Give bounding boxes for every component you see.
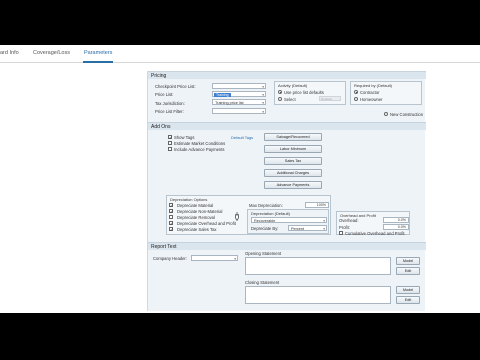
price-list-label: Price List: [155, 92, 174, 97]
estimate-market-label: Estimate Market Conditions [174, 141, 226, 146]
contractor-radio[interactable] [354, 90, 358, 94]
depreciation-type-select[interactable]: Recoverable ▾ [251, 217, 327, 223]
tab-claim-info[interactable]: ard Info [0, 50, 19, 56]
depreciation-default-group: Depreciation (Default) Recoverable ▾ Dep… [247, 209, 329, 234]
sales-tax-button[interactable]: Sales Tax [264, 157, 322, 165]
advance-payments-button[interactable]: Advance Payments [264, 181, 322, 189]
report-text-section-header: Report Text [148, 242, 426, 250]
labor-minimum-button[interactable]: Labor Minimum [264, 145, 322, 153]
new-construction-toggle[interactable] [384, 112, 388, 116]
select-activity-radio[interactable] [278, 97, 282, 101]
contractor-label: Contractor [360, 90, 380, 95]
depreciation-default-title: Depreciation (Default) [251, 211, 290, 216]
homeowner-label: Homeowner [360, 97, 383, 102]
depreciate-overhead-label: Depreciate Overhead and Profit [177, 221, 236, 226]
overhead-input[interactable]: 0.0% [383, 217, 409, 223]
chevron-down-icon: ▾ [234, 257, 236, 261]
add-ons-section-header: Add Ons [148, 122, 426, 130]
additional-charges-button[interactable]: Additional Charges [264, 169, 322, 177]
depreciate-non-material-checkbox[interactable]: ✓ [169, 209, 173, 214]
homeowner-radio[interactable] [354, 97, 358, 101]
show-tags-checkbox[interactable]: ✓ [168, 135, 172, 140]
salvage-recovered-button[interactable]: Salvage/Recovered [264, 133, 322, 141]
closing-model-button[interactable]: Model [396, 286, 420, 294]
price-list-value: Training [214, 93, 231, 97]
depreciate-non-material-label: Depreciate Non-Material [177, 209, 223, 214]
depreciation-type-value: Recoverable [254, 219, 276, 223]
depreciation-options-title: Depreciation Options [170, 197, 208, 202]
company-header-select[interactable]: ▾ [191, 255, 238, 261]
parameters-panel: Pricing Checkpoint Price List: ▾ Price L… [147, 71, 426, 311]
chevron-down-icon: ▾ [323, 227, 325, 231]
depreciation-options-group: Depreciation Options ✓ Depreciate Materi… [166, 195, 331, 235]
depreciate-sales-tax-checkbox[interactable]: ✓ [169, 227, 173, 232]
use-price-list-defaults-radio[interactable] [278, 90, 282, 94]
chevron-down-icon: ▾ [262, 85, 264, 89]
max-depreciation-label: Max Depreciation: [249, 203, 283, 208]
pricing-section-header: Pricing [148, 71, 426, 79]
opening-model-button[interactable]: Model [396, 257, 420, 265]
closing-statement-textarea[interactable] [245, 286, 391, 304]
activity-group: Activity (Default) Use price list defaul… [274, 81, 346, 105]
chevron-down-icon: ▾ [262, 93, 264, 97]
mouse-pointer-icon [235, 212, 239, 221]
cumulative-op-label: Cumulative Overhead and Profit [345, 231, 405, 236]
max-depreciation-input[interactable]: 100% [305, 202, 329, 208]
active-tab-indicator [83, 61, 113, 63]
depreciate-overhead-checkbox[interactable]: ✓ [169, 221, 173, 226]
new-construction-label: New Construction [390, 112, 424, 117]
closing-edit-button[interactable]: Edit [396, 296, 420, 304]
cumulative-op-checkbox[interactable] [339, 231, 343, 235]
estimate-market-checkbox[interactable] [168, 141, 172, 145]
depreciate-removal-checkbox[interactable] [169, 215, 173, 219]
tab-parameters[interactable]: Parameters [84, 50, 112, 56]
tax-jurisdiction-label: Tax Jurisdiction: [155, 101, 185, 106]
chevron-down-icon: ▾ [262, 110, 264, 114]
include-advance-payments-label: Include Advance Payments [174, 147, 225, 152]
default-tags-link[interactable]: Default Tags [231, 135, 253, 140]
tax-jurisdiction-select[interactable]: Training price list ▾ [212, 99, 266, 105]
activity-select-disabled: Replace [319, 96, 341, 101]
profit-label: Profit: [339, 225, 350, 230]
opening-statement-textarea[interactable] [245, 257, 391, 275]
use-price-list-defaults-label: Use price list defaults [284, 90, 324, 95]
depreciate-sales-tax-label: Depreciate Sales Tax [177, 227, 217, 232]
include-advance-payments-checkbox[interactable] [168, 147, 172, 151]
price-list-select[interactable]: Training ▾ [212, 91, 266, 97]
show-tags-label: Show Tags [174, 135, 195, 140]
select-activity-label: Select [284, 97, 296, 102]
depreciate-material-label: Depreciate Material [177, 203, 214, 208]
depreciate-material-checkbox[interactable]: ✓ [169, 203, 173, 208]
price-list-filter-label: Price List Filter: [155, 109, 184, 114]
opening-statement-label: Opening Statement [245, 251, 282, 256]
depreciate-removal-label: Depreciate Removal [177, 215, 215, 220]
depreciate-by-value: Percent [291, 227, 305, 231]
checkpoint-price-list-select[interactable]: ▾ [212, 83, 266, 89]
price-list-filter-select[interactable]: ▾ [212, 108, 266, 114]
estimate-window: ard Info Coverage/Loss Parameters Pricin… [0, 45, 480, 313]
company-header-label: Company Header: [153, 256, 187, 261]
checkpoint-price-list-label: Checkpoint Price List: [155, 84, 196, 89]
closing-statement-label: Closing Statement [245, 280, 280, 285]
activity-group-title: Activity (Default) [278, 83, 308, 88]
chevron-down-icon: ▾ [323, 219, 325, 223]
depreciate-by-label: Depreciate By: [251, 226, 279, 231]
opening-edit-button[interactable]: Edit [396, 267, 420, 275]
chevron-down-icon: ▾ [262, 101, 264, 105]
tax-jurisdiction-value: Training price list [215, 101, 244, 105]
overhead-profit-group: Overhead and Profit Overhead: 0.0% Profi… [336, 211, 410, 236]
required-by-group: Required by (Default) Contractor Homeown… [350, 81, 422, 105]
required-by-group-title: Required by (Default) [354, 83, 393, 88]
overhead-label: Overhead: [339, 218, 359, 223]
profit-input[interactable]: 0.0% [383, 224, 409, 230]
depreciate-by-select[interactable]: Percent ▾ [288, 225, 327, 231]
tab-coverage-loss[interactable]: Coverage/Loss [33, 50, 70, 56]
tab-bar: ard Info Coverage/Loss Parameters [0, 45, 480, 63]
